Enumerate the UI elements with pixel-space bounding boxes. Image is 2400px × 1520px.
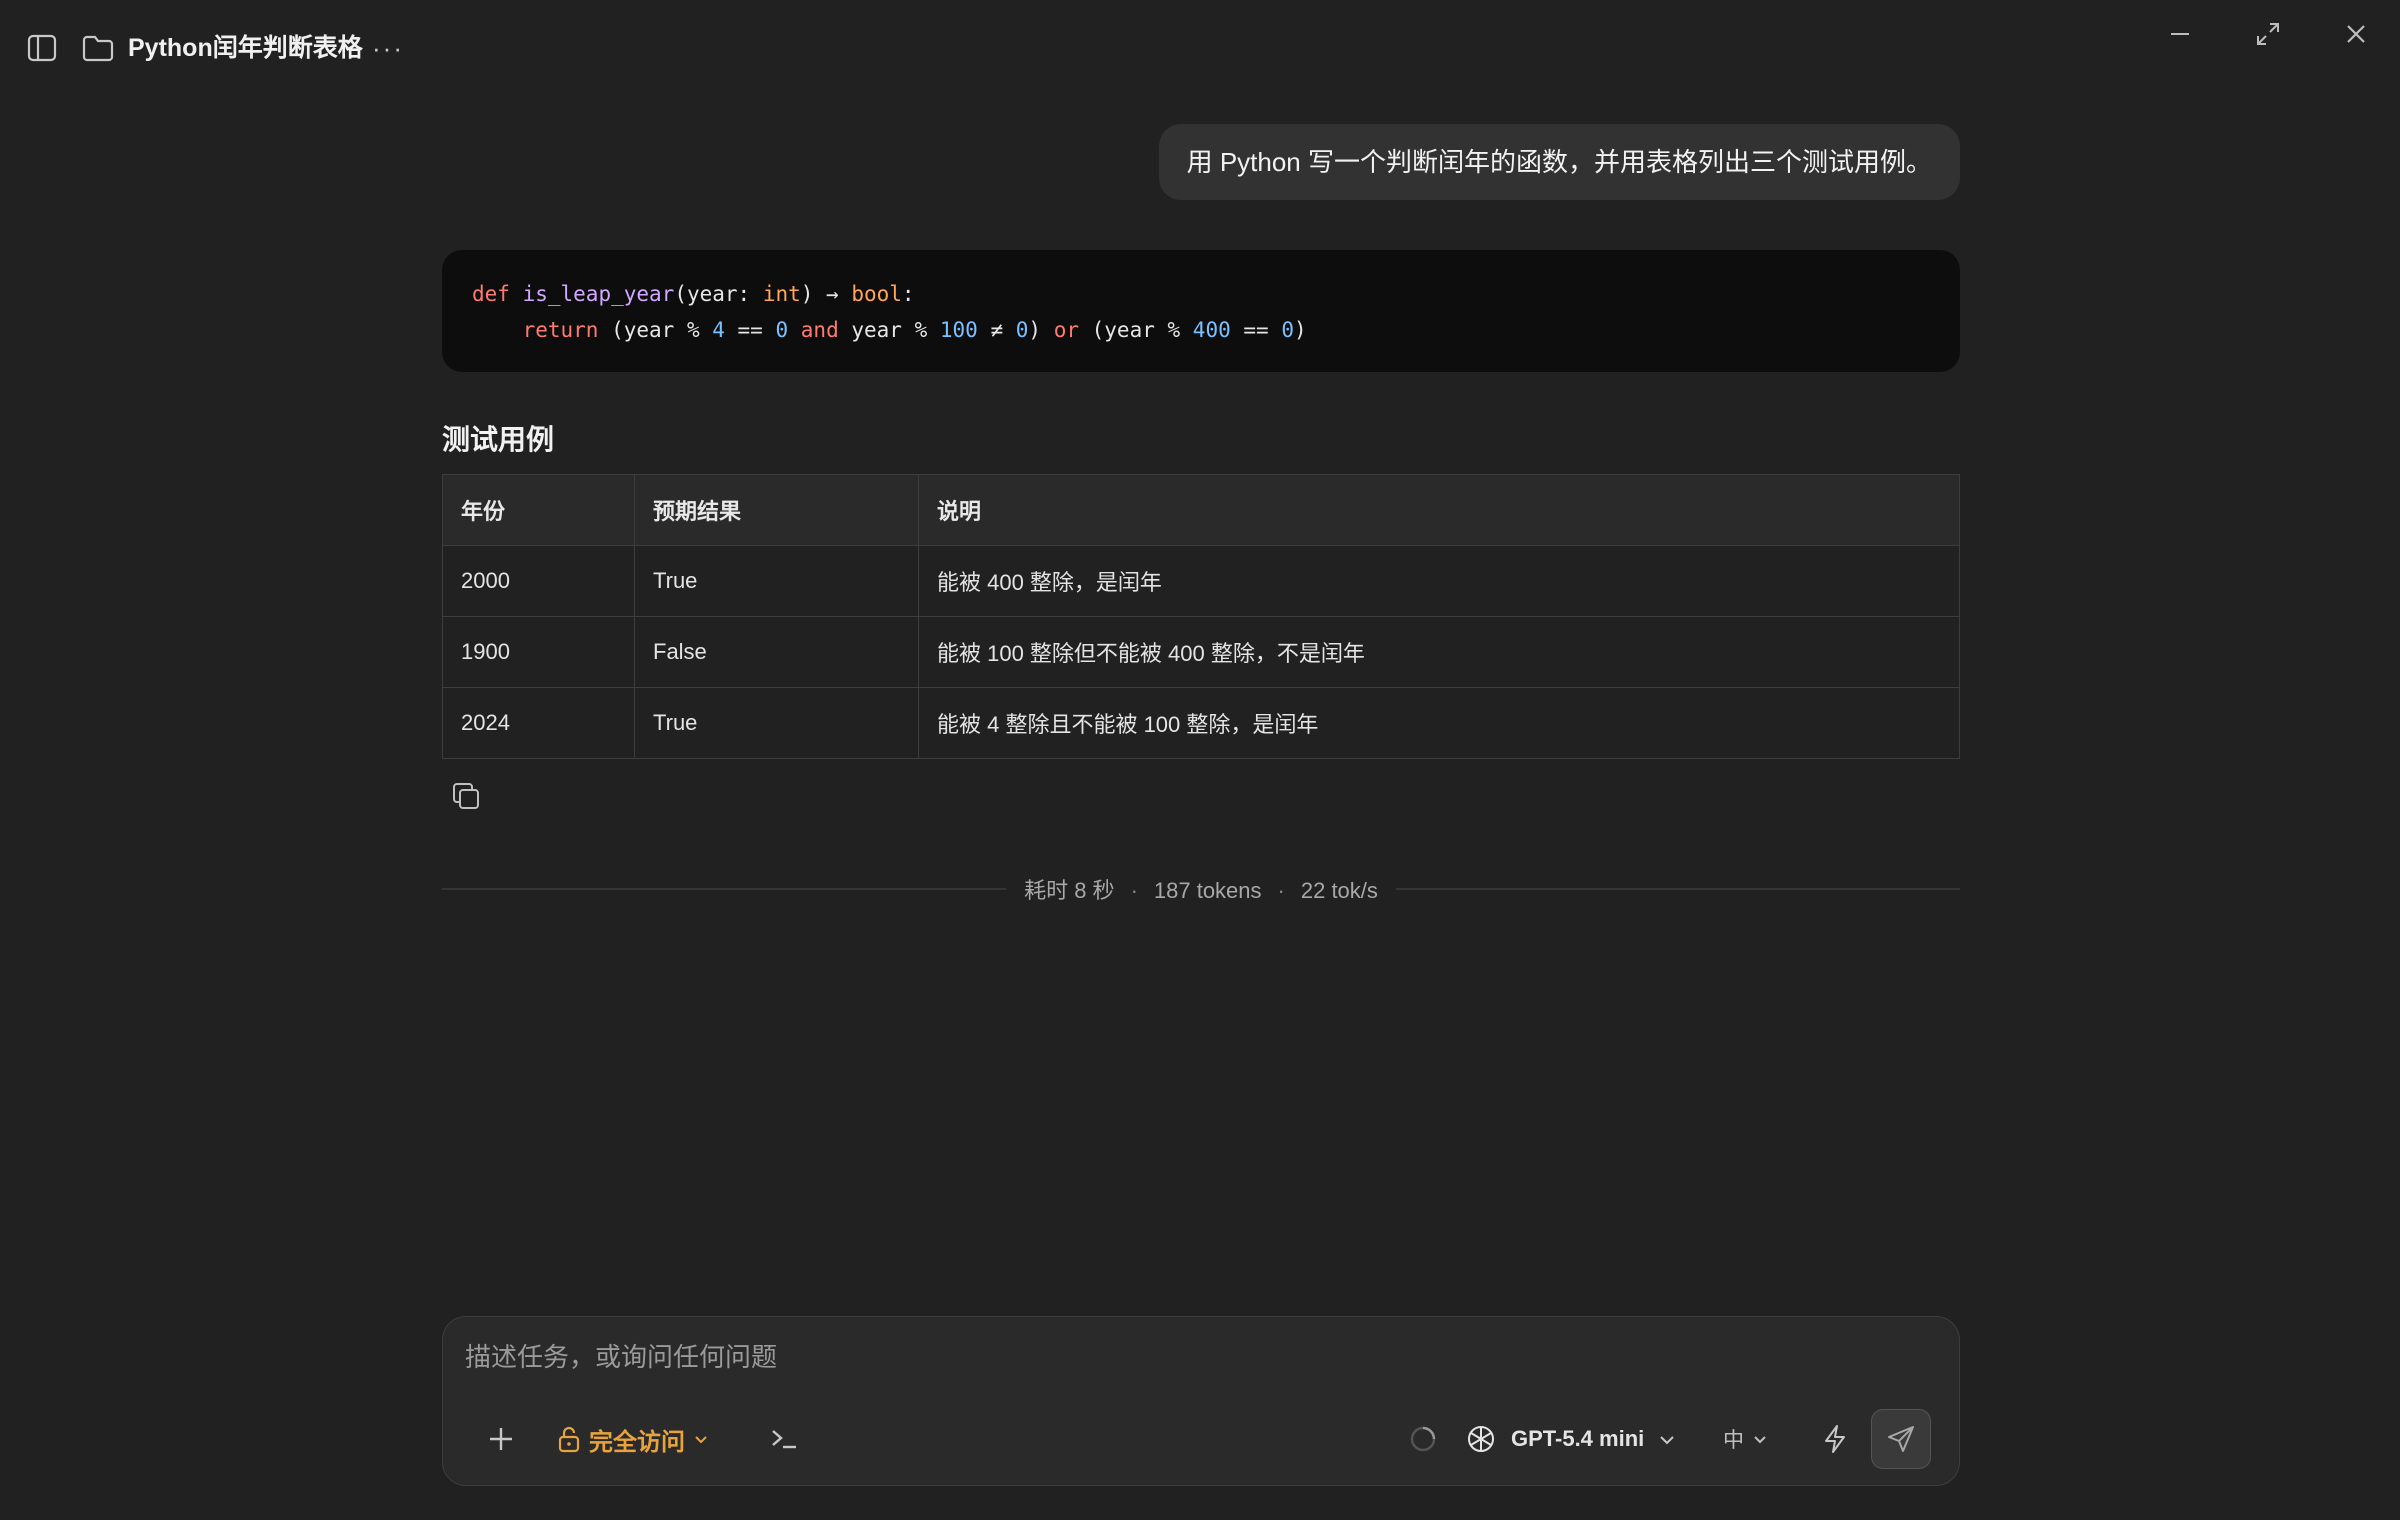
divider <box>442 888 1007 890</box>
code-token: == <box>1230 318 1282 342</box>
table-row: 2000 True 能被 400 整除，是闰年 <box>442 545 1960 617</box>
table-header: 说明 <box>918 474 1960 546</box>
response-stats: 耗时 8 秒 · 187 tokens · 22 tok/s <box>442 872 1960 906</box>
table-cell: 能被 400 整除，是闰年 <box>918 545 1960 617</box>
close-icon[interactable] <box>2330 14 2382 54</box>
divider <box>1395 888 1960 890</box>
flash-button[interactable] <box>1813 1417 1857 1461</box>
code-token: 0 <box>775 318 789 342</box>
table-row: 2024 True 能被 4 整除且不能被 100 整除，是闰年 <box>442 687 1960 759</box>
code-token: 400 <box>1192 318 1231 342</box>
code-token: == <box>724 318 776 342</box>
composer: 完全访问 GPT-5.4 mini 中 <box>442 1316 1960 1486</box>
terminal-icon <box>772 1430 796 1449</box>
sidebar-toggle-icon[interactable] <box>22 30 62 66</box>
code-token: (year % <box>598 318 713 342</box>
table-header: 预期结果 <box>634 474 919 546</box>
token-count: 187 tokens <box>1153 878 1262 903</box>
code-token: year % <box>838 318 940 342</box>
conversation-title[interactable]: Python闰年判断表格 <box>128 30 363 66</box>
language-label: 中 <box>1723 1429 1744 1452</box>
table-header-row: 年份 预期结果 说明 <box>442 474 1960 546</box>
access-mode-button[interactable]: 完全访问 <box>557 1419 709 1459</box>
code-token: ≠ <box>977 318 1016 342</box>
flash-icon <box>1825 1425 1845 1453</box>
code-token: 0 <box>1281 318 1294 342</box>
separator: · <box>1277 878 1285 903</box>
code-token: def <box>472 282 510 306</box>
table-cell: 1900 <box>442 616 635 688</box>
terminal-button[interactable] <box>763 1417 807 1461</box>
code-token: ) → <box>800 282 852 306</box>
more-icon[interactable]: ··· <box>372 30 404 66</box>
section-title: 测试用例 <box>442 424 555 455</box>
code-token: bool <box>851 282 902 306</box>
separator: · <box>1130 878 1138 903</box>
maximize-icon[interactable] <box>2242 14 2294 54</box>
minimize-icon[interactable] <box>2154 14 2206 54</box>
chevron-down-icon <box>1660 1436 1674 1445</box>
code-block: def is_leap_year(year: int) → bool: retu… <box>442 250 1960 372</box>
code-token: return <box>522 318 599 342</box>
table-cell: 能被 4 整除且不能被 100 整除，是闰年 <box>918 687 1960 759</box>
token-speed: 22 tok/s <box>1300 878 1378 903</box>
plus-icon <box>490 1428 512 1450</box>
table-cell: True <box>634 545 919 617</box>
add-button[interactable] <box>479 1417 523 1461</box>
spinner-icon <box>1405 1421 1441 1457</box>
copy-icon[interactable] <box>448 778 484 814</box>
table-cell: 2000 <box>442 545 635 617</box>
model-label: GPT-5.4 mini <box>1511 1426 1645 1451</box>
title-bar: Python闰年判断表格 ··· <box>0 0 2400 96</box>
table-cell: False <box>634 616 919 688</box>
code-token: int <box>762 282 801 306</box>
table-cell: 2024 <box>442 687 635 759</box>
lock-icon <box>558 1426 580 1453</box>
code-token: ) <box>1028 318 1054 342</box>
code-token: 4 <box>712 318 725 342</box>
code-token: (year: <box>674 282 763 306</box>
folder-icon <box>80 30 116 66</box>
openai-icon <box>1468 1426 1494 1452</box>
code-token: or <box>1053 318 1079 342</box>
table-header: 年份 <box>442 474 635 546</box>
message-input[interactable] <box>465 1337 1765 1377</box>
user-message: 用 Python 写一个判断闰年的函数，并用表格列出三个测试用例。 <box>1158 124 1960 200</box>
code-token: 0 <box>1015 318 1029 342</box>
code-token: (year % <box>1079 318 1193 342</box>
code-token: is_leap_year <box>522 282 675 306</box>
code-token: ) <box>1293 318 1307 342</box>
access-mode-label: 完全访问 <box>589 1428 685 1456</box>
model-selector[interactable]: GPT-5.4 mini <box>1465 1417 1676 1461</box>
test-case-table: 年份 预期结果 说明 2000 True 能被 400 整除，是闰年 1900 … <box>442 474 1960 759</box>
table-cell: True <box>634 687 919 759</box>
send-icon <box>1888 1426 1914 1452</box>
stats-text: 耗时 8 秒 · 187 tokens · 22 tok/s <box>1006 873 1396 905</box>
chevron-down-icon <box>1754 1436 1766 1444</box>
elapsed-time: 耗时 8 秒 <box>1024 878 1115 903</box>
code-token: 100 <box>939 318 978 342</box>
table-cell: 能被 100 整除但不能被 400 整除，不是闰年 <box>918 616 1960 688</box>
code-token: : <box>901 282 915 306</box>
send-button[interactable] <box>1871 1409 1931 1469</box>
table-row: 1900 False 能被 100 整除但不能被 400 整除，不是闰年 <box>442 616 1960 688</box>
chevron-down-icon <box>695 1436 707 1444</box>
code-token: and <box>800 318 839 342</box>
language-selector[interactable]: 中 <box>1723 1417 1768 1461</box>
